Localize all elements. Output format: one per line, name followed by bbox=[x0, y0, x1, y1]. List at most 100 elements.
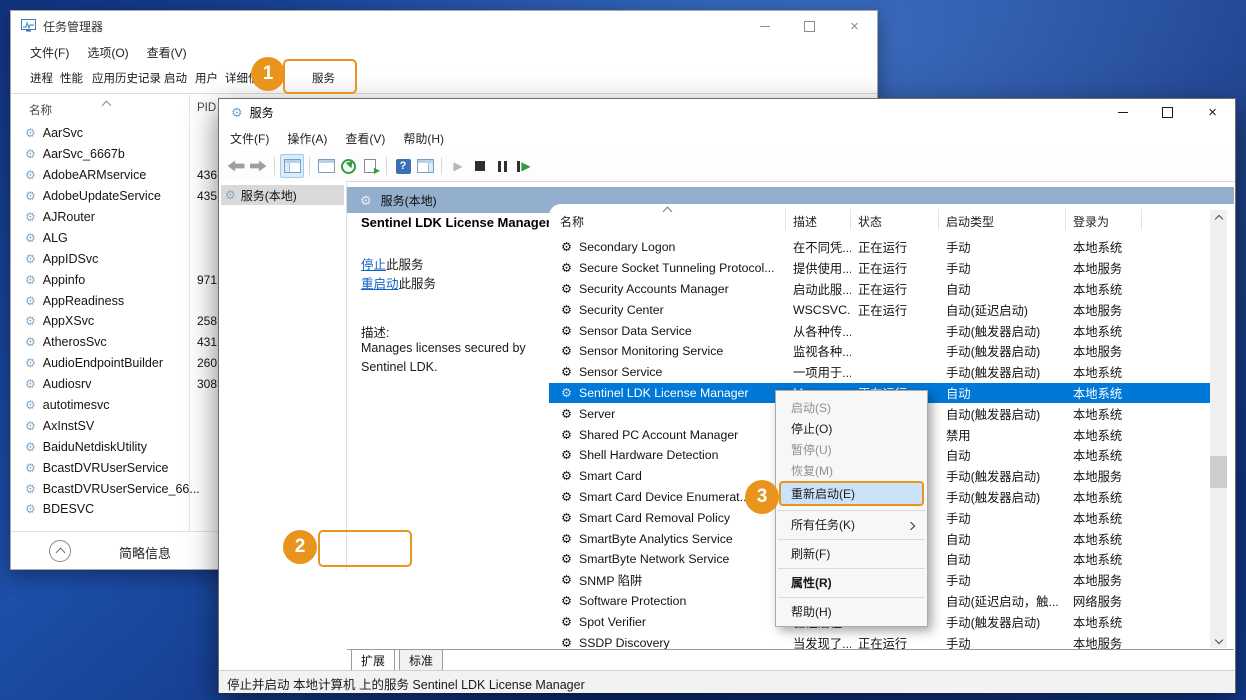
menu-item-刷新(F)[interactable]: 刷新(F) bbox=[776, 543, 927, 564]
menu-separator bbox=[778, 568, 925, 569]
cell-logon: 本地系统 bbox=[1073, 550, 1122, 568]
collapse-details-label[interactable]: 简略信息 bbox=[119, 543, 171, 562]
properties-button[interactable] bbox=[315, 155, 337, 177]
cell-desc: 提供使用... bbox=[793, 259, 851, 277]
start-service-button[interactable]: ▶ bbox=[447, 155, 469, 177]
services-title: 服务 bbox=[250, 104, 274, 121]
gear-icon bbox=[561, 595, 572, 607]
table-row[interactable]: SSDP Discovery当发现了...正在运行手动本地服务 bbox=[549, 632, 1234, 649]
cell-startup: 手动(触发器启动) bbox=[946, 342, 1040, 360]
table-row[interactable]: Secure Socket Tunneling Protocol...提供使用.… bbox=[549, 258, 1234, 279]
column-header-startup[interactable]: 启动类型 bbox=[946, 213, 994, 230]
column-header-status[interactable]: 状态 bbox=[858, 213, 882, 230]
stop-service-button[interactable] bbox=[469, 155, 491, 177]
cell-name: Security Center bbox=[579, 303, 664, 317]
close-button[interactable]: × bbox=[832, 11, 877, 41]
cell-logon: 本地服务 bbox=[1073, 634, 1122, 649]
task-manager-titlebar: 任务管理器 × bbox=[11, 11, 877, 41]
status-bar-text: 停止并启动 本地计算机 上的服务 Sentinel LDK License Ma… bbox=[227, 674, 585, 693]
column-header-pid[interactable]: PID bbox=[197, 102, 216, 114]
table-row[interactable]: Security CenterWSCSVC...正在运行自动(延迟启动)本地服务 bbox=[549, 299, 1234, 320]
scroll-down-button[interactable] bbox=[1210, 631, 1227, 648]
menu-item-重新启动(E)[interactable]: 重新启动(E) bbox=[779, 481, 924, 506]
close-button[interactable]: × bbox=[1190, 99, 1235, 125]
menu-item-帮助(H)[interactable]: 帮助(H) bbox=[776, 601, 927, 622]
pause-service-button[interactable] bbox=[491, 155, 513, 177]
table-row[interactable]: Sensor Monitoring Service监视各种...手动(触发器启动… bbox=[549, 341, 1234, 362]
service-name: BcastDVRUserService bbox=[43, 461, 169, 475]
cell-logon: 本地服务 bbox=[1073, 259, 1122, 277]
gear-icon bbox=[25, 169, 36, 181]
gear-icon bbox=[561, 408, 572, 420]
scroll-up-button[interactable] bbox=[1210, 210, 1227, 227]
tm-menu-item-2[interactable]: 查看(V) bbox=[138, 44, 196, 61]
refresh-button[interactable] bbox=[337, 155, 359, 177]
restart-service-button[interactable]: ▶ bbox=[513, 155, 535, 177]
menu-item-停止(O)[interactable]: 停止(O) bbox=[776, 418, 927, 439]
cell-startup: 自动 bbox=[946, 530, 971, 548]
restart-service-link[interactable]: 重启动 bbox=[361, 277, 399, 291]
vertical-scrollbar[interactable] bbox=[1210, 210, 1227, 648]
cell-name: Smart Card bbox=[579, 469, 642, 483]
cell-logon: 本地系统 bbox=[1073, 280, 1122, 298]
gear-icon bbox=[561, 345, 572, 357]
gear-icon bbox=[25, 253, 36, 265]
menu-item-所有任务(K)[interactable]: 所有任务(K) bbox=[776, 514, 927, 535]
gear-icon bbox=[561, 491, 572, 503]
column-header-name[interactable]: 名称 bbox=[29, 102, 52, 118]
tab-启动[interactable]: 启动 bbox=[161, 68, 190, 88]
stop-service-link[interactable]: 停止 bbox=[361, 258, 386, 272]
tab-用户[interactable]: 用户 bbox=[192, 68, 221, 88]
forward-button[interactable] bbox=[247, 155, 269, 177]
column-header-name[interactable]: 名称 bbox=[560, 213, 584, 230]
gear-icon bbox=[561, 449, 572, 461]
table-row[interactable]: Sensor Data Service从各种传...手动(触发器启动)本地系统 bbox=[549, 320, 1234, 341]
gear-icon bbox=[25, 127, 36, 139]
service-name: AarSvc bbox=[43, 126, 83, 140]
help-button[interactable]: ? bbox=[392, 155, 414, 177]
selected-service-name: Sentinel LDK License Manager bbox=[361, 215, 551, 230]
column-header-desc[interactable]: 描述 bbox=[793, 213, 817, 230]
cell-name: SSDP Discovery bbox=[579, 636, 670, 649]
cell-startup: 手动(触发器启动) bbox=[946, 322, 1040, 340]
tab-应用历史记录[interactable]: 应用历史记录 bbox=[89, 68, 164, 88]
tm-menu-item-1[interactable]: 选项(O) bbox=[78, 44, 137, 61]
svc-menu-item-1[interactable]: 操作(A) bbox=[278, 130, 336, 147]
cell-desc: 在不同凭... bbox=[793, 238, 851, 256]
cell-name: Shared PC Account Manager bbox=[579, 428, 738, 442]
back-button[interactable] bbox=[225, 155, 247, 177]
table-row[interactable]: Sensor Service一项用于...手动(触发器启动)本地系统 bbox=[549, 362, 1234, 383]
collapse-details-button[interactable] bbox=[49, 540, 71, 562]
table-row[interactable]: Security Accounts Manager启动此服...正在运行自动本地… bbox=[549, 279, 1234, 300]
gear-icon bbox=[360, 194, 372, 207]
show-console-tree-button[interactable] bbox=[280, 154, 304, 178]
cell-logon: 本地系统 bbox=[1073, 405, 1122, 423]
svc-menu-item-3[interactable]: 帮助(H) bbox=[394, 130, 453, 147]
svc-menu-item-0[interactable]: 文件(F) bbox=[221, 130, 278, 147]
task-manager-icon bbox=[21, 19, 36, 33]
tab-性能[interactable]: 性能 bbox=[57, 68, 86, 88]
stop-icon bbox=[475, 161, 485, 171]
maximize-button[interactable] bbox=[1145, 99, 1190, 125]
task-manager-tabstrip: 进程性能应用历史记录启动用户详细信息服务 bbox=[11, 63, 877, 94]
refresh-icon bbox=[341, 159, 356, 174]
column-header-logon[interactable]: 登录为 bbox=[1073, 213, 1109, 230]
maximize-button[interactable] bbox=[787, 11, 832, 41]
tm-menu-item-0[interactable]: 文件(F) bbox=[21, 44, 78, 61]
minimize-button[interactable] bbox=[742, 11, 787, 41]
cell-logon: 本地服务 bbox=[1073, 301, 1122, 319]
gear-icon bbox=[561, 470, 572, 482]
gear-icon bbox=[25, 211, 36, 223]
export-list-button[interactable] bbox=[359, 155, 381, 177]
minimize-button[interactable] bbox=[1100, 99, 1145, 125]
help-icon: ? bbox=[396, 159, 411, 174]
svc-menu-item-2[interactable]: 查看(V) bbox=[336, 130, 394, 147]
table-row[interactable]: Secondary Logon在不同凭...正在运行手动本地系统 bbox=[549, 237, 1234, 258]
scrollbar-thumb[interactable] bbox=[1210, 456, 1227, 488]
show-action-pane-button[interactable] bbox=[414, 155, 436, 177]
gear-icon bbox=[25, 148, 36, 160]
tree-item-services-local[interactable]: 服务(本地) bbox=[221, 185, 344, 205]
tab-进程[interactable]: 进程 bbox=[27, 68, 56, 88]
menu-item-属性(R)[interactable]: 属性(R) bbox=[776, 572, 927, 593]
gear-icon bbox=[25, 336, 36, 348]
